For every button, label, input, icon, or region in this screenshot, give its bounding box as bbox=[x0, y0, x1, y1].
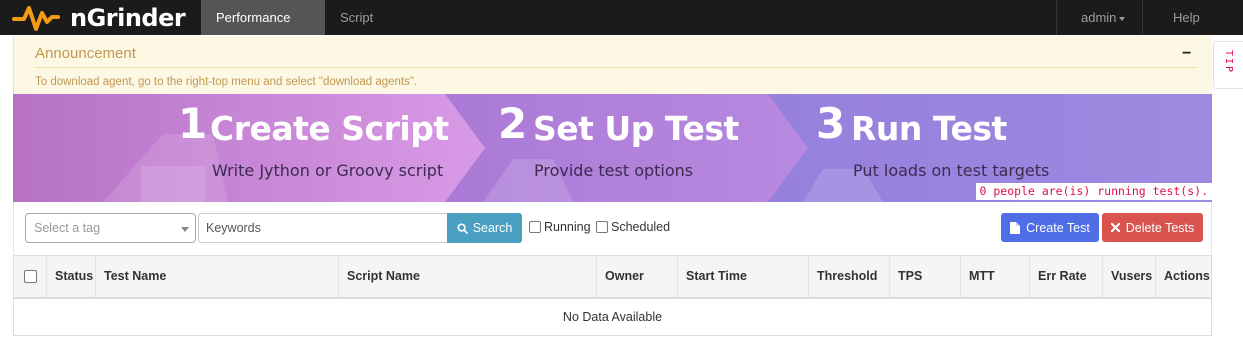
step-3-title: Run Test bbox=[851, 109, 1007, 148]
steps-banner: 1 Create Script Write Jython or Groovy s… bbox=[13, 94, 1212, 202]
tip-label: TIP bbox=[1223, 50, 1234, 75]
column-start-time[interactable]: Start Time bbox=[678, 256, 809, 297]
step-1-subtitle: Write Jython or Groovy script bbox=[212, 161, 444, 180]
running-checkbox[interactable] bbox=[529, 221, 541, 233]
column-threshold[interactable]: Threshold bbox=[809, 256, 890, 297]
column-vusers[interactable]: Vusers bbox=[1103, 256, 1156, 297]
tag-select[interactable]: Select a tag bbox=[25, 213, 196, 243]
create-test-label: Create Test bbox=[1026, 220, 1090, 235]
chevron-down-icon bbox=[181, 227, 189, 232]
step-1-number: 1 bbox=[178, 99, 208, 148]
file-icon bbox=[1010, 221, 1021, 234]
close-icon bbox=[1110, 223, 1120, 232]
running-status: 0 people are(is) running test(s). bbox=[975, 183, 1212, 200]
column-actions: Actions bbox=[1164, 269, 1210, 283]
column-script-name[interactable]: Script Name bbox=[339, 256, 597, 297]
empty-table-message: No Data Available bbox=[562, 310, 663, 324]
column-owner[interactable]: Owner bbox=[597, 256, 678, 297]
brand-name: nGrinder bbox=[70, 4, 186, 32]
step-1-title: Create Script bbox=[210, 109, 449, 148]
collapse-button[interactable]: − bbox=[1182, 46, 1194, 62]
user-menu[interactable]: admin bbox=[1066, 0, 1140, 35]
search-button-label: Search bbox=[472, 221, 513, 235]
tag-select-placeholder: Select a tag bbox=[34, 221, 101, 235]
caret-down-icon bbox=[1119, 16, 1126, 21]
help-link[interactable]: Help bbox=[1158, 0, 1215, 35]
delete-tests-label: Delete Tests bbox=[1125, 220, 1195, 235]
announcement-panel: Announcement − To download agent, go to … bbox=[13, 36, 1212, 94]
column-status[interactable]: Status bbox=[47, 256, 96, 297]
tab-performance-test[interactable]: Performance Test bbox=[201, 0, 325, 60]
header-select-cell bbox=[14, 256, 47, 297]
nav-divider bbox=[1056, 0, 1057, 35]
search-icon bbox=[457, 222, 468, 234]
user-name: admin bbox=[1081, 10, 1117, 25]
announcement-divider bbox=[34, 67, 1198, 68]
column-err-rate[interactable]: Err Rate bbox=[1030, 256, 1103, 297]
announcement-title: Announcement bbox=[35, 45, 136, 62]
table-header: Status Test Name Script Name Owner Start… bbox=[14, 256, 1211, 299]
step-2-number: 2 bbox=[498, 99, 528, 148]
column-mtt[interactable]: MTT bbox=[961, 256, 1030, 297]
search-button[interactable]: Search bbox=[447, 213, 522, 243]
column-test-name[interactable]: Test Name bbox=[96, 256, 339, 297]
step-3-subtitle: Put loads on test targets bbox=[853, 161, 1050, 180]
select-all-checkbox[interactable] bbox=[24, 270, 37, 283]
create-test-button[interactable]: Create Test bbox=[1001, 213, 1099, 242]
running-label: Running bbox=[544, 220, 591, 234]
brand[interactable]: nGrinder bbox=[12, 2, 186, 34]
scheduled-checkbox[interactable] bbox=[596, 221, 608, 233]
nav-divider bbox=[1142, 0, 1143, 35]
step-2-subtitle: Provide test options bbox=[534, 161, 694, 180]
pulse-logo-icon bbox=[12, 6, 60, 31]
tip-tab[interactable]: TIP bbox=[1213, 41, 1243, 89]
scheduled-label: Scheduled bbox=[611, 220, 671, 234]
test-list-table: Status Test Name Script Name Owner Start… bbox=[13, 255, 1212, 336]
filter-toolbar: Select a tag Search Running Scheduled Cr… bbox=[13, 202, 1212, 255]
step-2-title: Set Up Test bbox=[533, 109, 739, 148]
step-3-number: 3 bbox=[816, 99, 846, 148]
top-navbar: nGrinder Performance Test Script admin H… bbox=[0, 0, 1243, 60]
column-tps[interactable]: TPS bbox=[890, 256, 961, 297]
delete-tests-button[interactable]: Delete Tests bbox=[1102, 213, 1203, 242]
tab-script[interactable]: Script bbox=[325, 0, 388, 35]
announcement-body: To download agent, go to the right-top m… bbox=[35, 76, 418, 88]
keyword-input[interactable] bbox=[198, 213, 448, 243]
